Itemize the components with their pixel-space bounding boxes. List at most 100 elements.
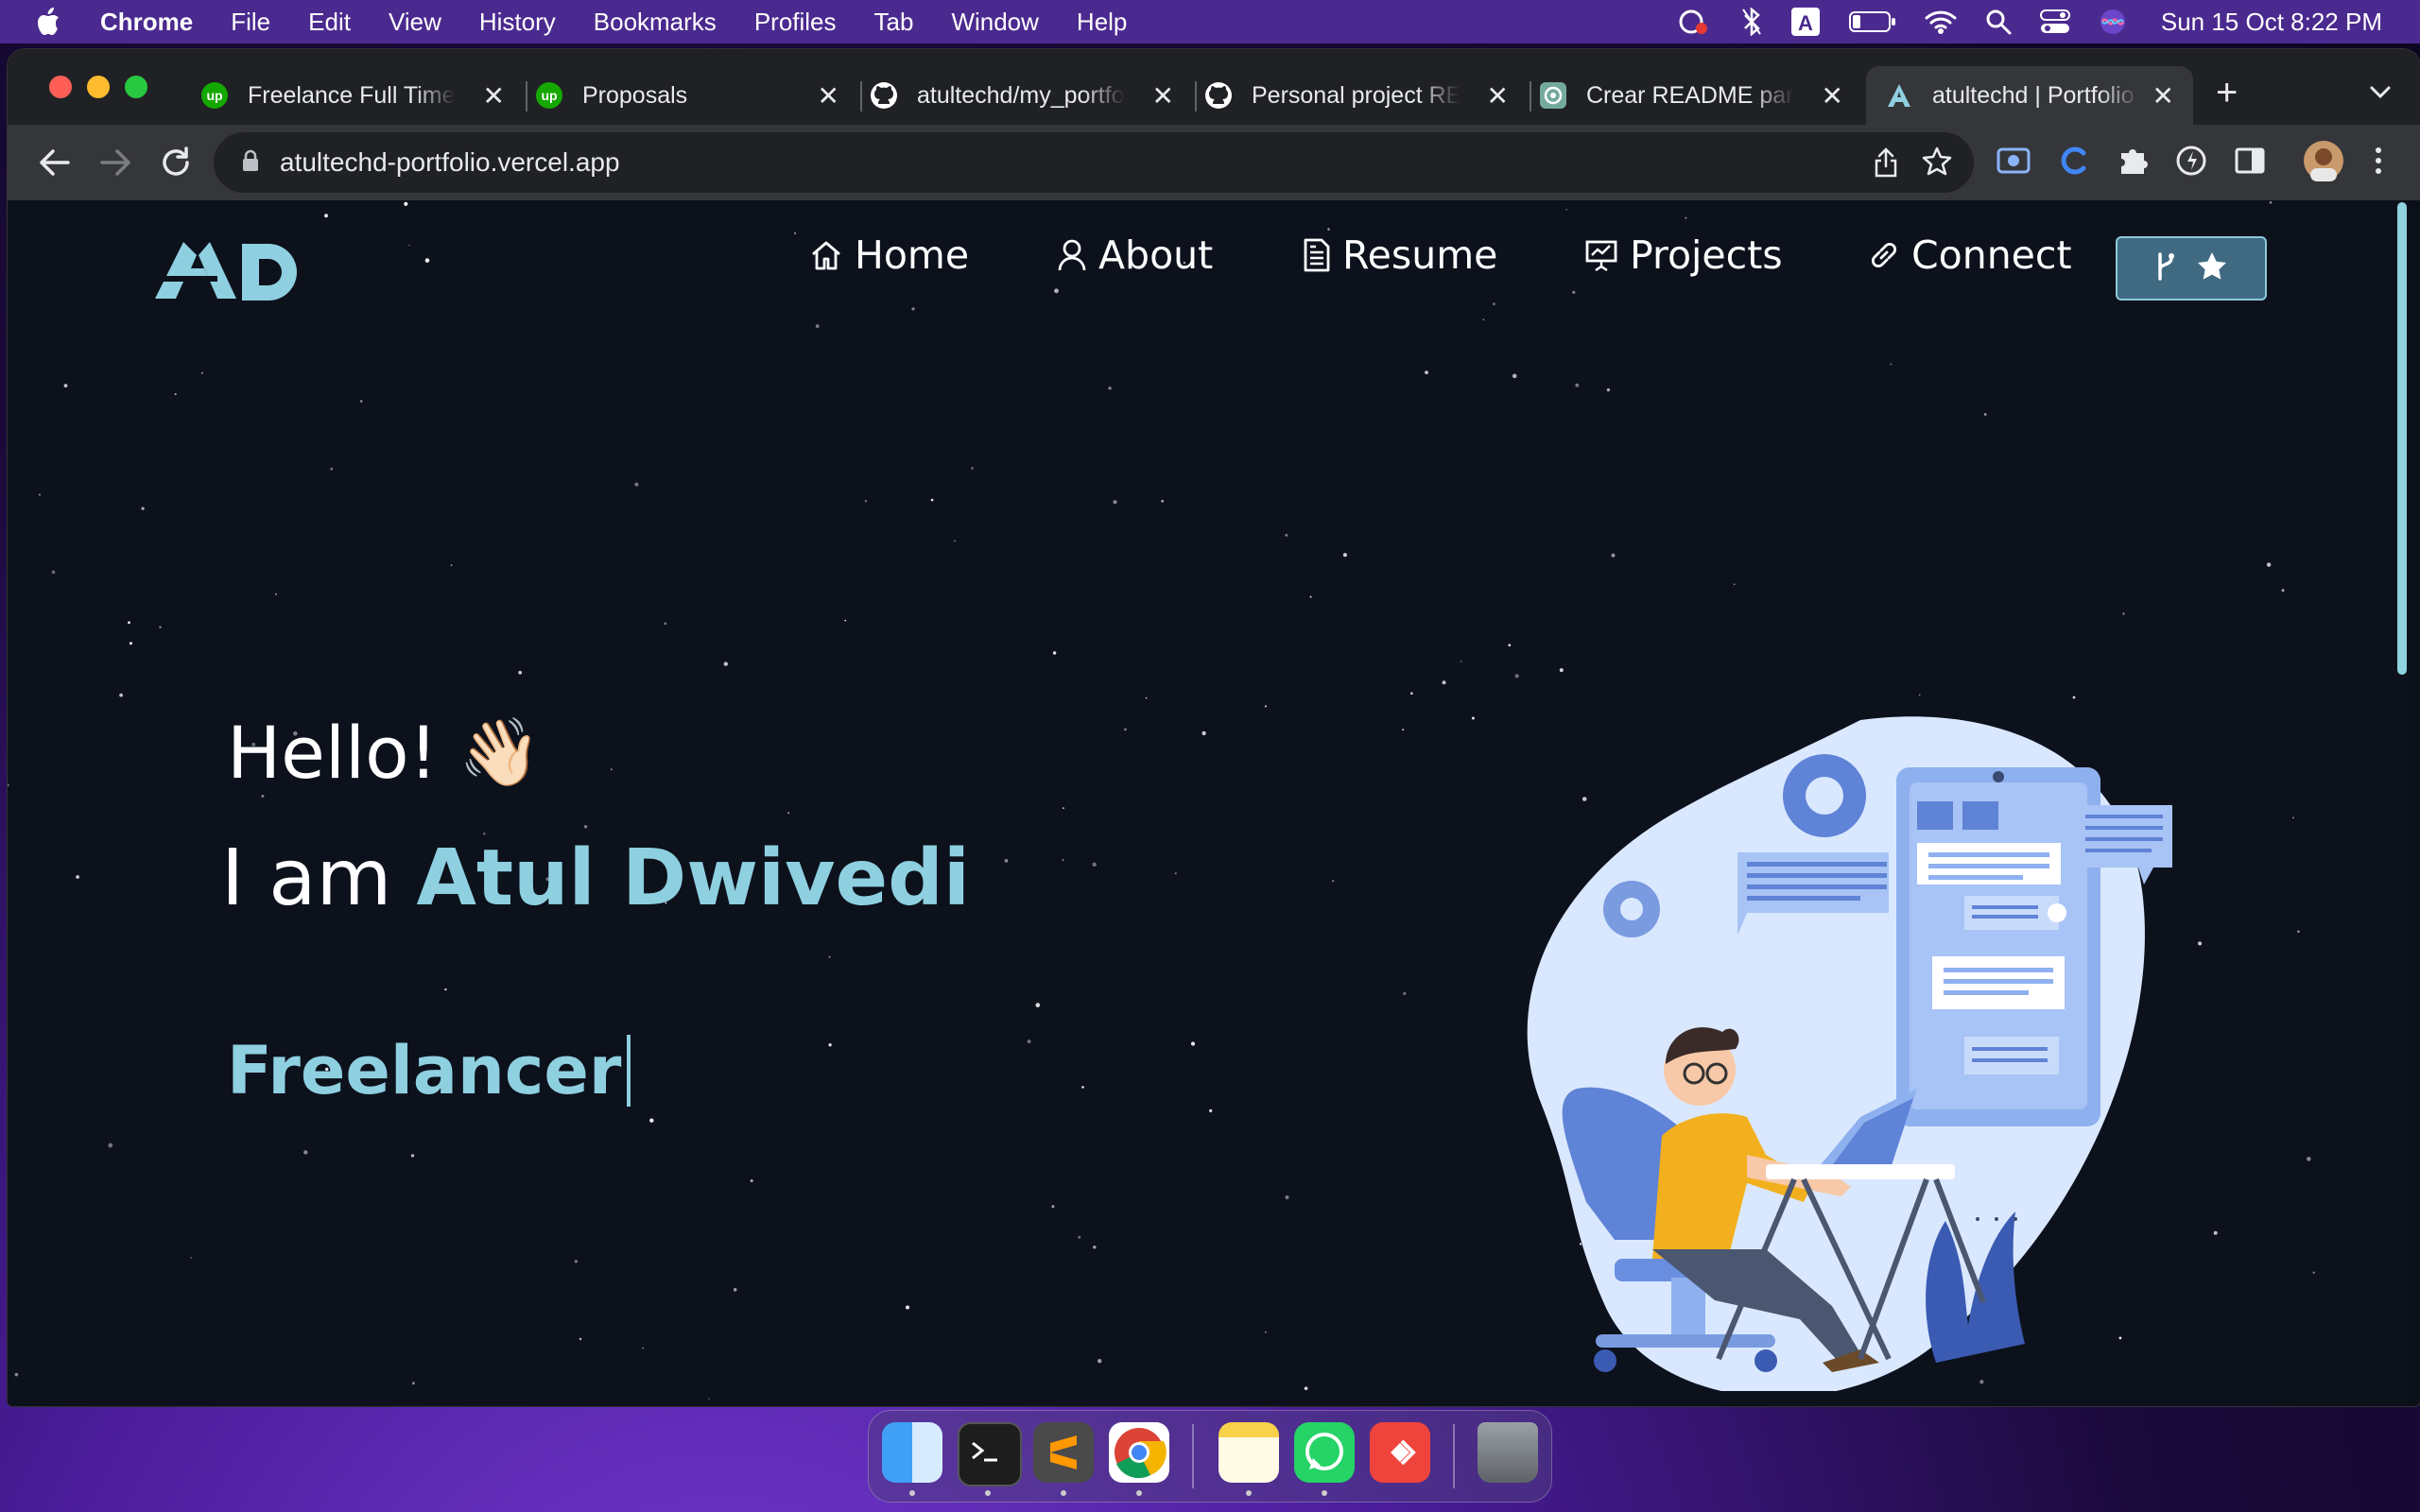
star-dot — [971, 467, 974, 470]
gear-icon — [1783, 754, 1866, 837]
spotlight-search-icon[interactable] — [1985, 9, 2012, 35]
star-dot — [2281, 589, 2285, 593]
portfolio-a-icon — [1885, 81, 1913, 110]
creative-cloud-icon[interactable] — [1675, 8, 1713, 36]
tab-search-chevron-icon[interactable] — [2369, 85, 2392, 105]
chrome-menu-icon[interactable] — [2373, 144, 2384, 182]
page-scrollbar[interactable] — [2395, 200, 2409, 1406]
star-dot — [408, 244, 410, 247]
star-dot — [723, 662, 728, 666]
presentation-icon — [1584, 238, 1618, 272]
screen-capture-extension-icon[interactable] — [1996, 144, 2031, 182]
share-icon[interactable] — [1874, 147, 1898, 182]
tab-portfolio-active[interactable]: atultechd | Portfolio ✕ — [1866, 66, 2193, 125]
star-dot — [579, 1337, 582, 1341]
star-dot — [1264, 705, 1267, 708]
forward-button[interactable] — [96, 144, 134, 186]
anydesk-icon[interactable] — [1370, 1422, 1430, 1483]
tab-close-icon[interactable]: ✕ — [1152, 80, 1174, 112]
nav-about[interactable]: About — [1057, 232, 1213, 278]
nav-home[interactable]: Home — [809, 232, 969, 278]
nav-resume[interactable]: Resume — [1303, 232, 1497, 278]
zoom-window-button[interactable] — [125, 76, 147, 98]
tab-title: Crear README para — [1586, 81, 1794, 109]
menu-app-name[interactable]: Chrome — [100, 8, 193, 37]
running-indicator — [909, 1490, 915, 1496]
terminal-icon[interactable] — [958, 1422, 1022, 1486]
finder-icon[interactable] — [882, 1422, 942, 1483]
url-text[interactable]: atultechd-portfolio.vercel.app — [280, 147, 620, 178]
tab-proposals[interactable]: up Proposals ✕ — [531, 66, 858, 125]
star-dot — [1004, 859, 1009, 863]
profile-avatar[interactable] — [2303, 140, 2344, 186]
back-button[interactable] — [36, 144, 74, 186]
apple-logo-icon[interactable] — [34, 7, 68, 37]
lock-icon[interactable] — [242, 149, 259, 177]
star-dot — [324, 214, 328, 218]
star-dot — [1733, 583, 1736, 586]
battery-icon[interactable] — [1848, 9, 1896, 34]
menu-edit[interactable]: Edit — [308, 8, 351, 37]
close-window-button[interactable] — [49, 76, 72, 98]
star-dot — [1611, 553, 1616, 558]
dock-separator — [1453, 1424, 1455, 1488]
tab-close-icon[interactable]: ✕ — [2152, 80, 2174, 112]
siri-icon[interactable] — [2099, 8, 2127, 36]
whatsapp-icon[interactable] — [1294, 1422, 1355, 1483]
control-center-icon[interactable] — [2039, 9, 2070, 35]
extensions-puzzle-icon[interactable] — [2116, 144, 2150, 182]
site-logo[interactable] — [151, 238, 312, 309]
menu-window[interactable]: Window — [951, 8, 1038, 37]
typing-cursor — [627, 1035, 631, 1107]
tab-freelance[interactable]: up Freelance Full Time ✕ — [197, 66, 524, 125]
star-dot — [190, 1257, 193, 1259]
side-panel-icon[interactable] — [2233, 144, 2267, 182]
tab-close-icon[interactable]: ✕ — [483, 80, 505, 112]
sublime-text-icon[interactable] — [1033, 1422, 1094, 1483]
browser-toolbar: atultechd-portfolio.vercel.app — [8, 125, 2420, 200]
menu-view[interactable]: View — [389, 8, 441, 37]
address-bar[interactable]: atultechd-portfolio.vercel.app — [214, 132, 1974, 193]
waving-hand-emoji: 👋🏻 — [458, 713, 542, 791]
menu-file[interactable]: File — [231, 8, 270, 37]
input-source-icon[interactable]: A — [1790, 7, 1821, 37]
performance-icon[interactable] — [2174, 144, 2208, 182]
reload-button[interactable] — [157, 144, 195, 186]
tab-close-icon[interactable]: ✕ — [1487, 80, 1509, 112]
star-dot — [1559, 668, 1564, 673]
star-dot — [1052, 651, 1057, 655]
star-dot — [76, 875, 79, 879]
tab-github-portfolio[interactable]: atultechd/my_portfolio ✕ — [866, 66, 1193, 125]
scrollbar-thumb[interactable] — [2397, 202, 2407, 675]
menu-history[interactable]: History — [479, 8, 556, 37]
notes-icon[interactable] — [1219, 1422, 1279, 1483]
tab-chatgpt[interactable]: Crear README para ✕ — [1535, 66, 1862, 125]
menubar-clock[interactable]: Sun 15 Oct 8:22 PM — [2161, 8, 2382, 37]
menu-bookmarks[interactable]: Bookmarks — [594, 8, 717, 37]
github-star-fork-button[interactable] — [2116, 236, 2267, 301]
new-tab-button[interactable]: + — [2216, 74, 2238, 112]
tab-close-icon[interactable]: ✕ — [818, 80, 839, 112]
tab-title: atultechd | Portfolio — [1932, 81, 2135, 109]
menu-tab[interactable]: Tab — [874, 8, 914, 37]
bluetooth-icon[interactable] — [1741, 8, 1762, 36]
bookmark-star-icon[interactable] — [1921, 146, 1953, 182]
nav-projects-label: Projects — [1630, 232, 1783, 278]
user-icon — [1057, 238, 1087, 272]
wifi-icon[interactable] — [1925, 9, 1957, 35]
tab-close-icon[interactable]: ✕ — [1822, 80, 1843, 112]
menu-help[interactable]: Help — [1077, 8, 1127, 37]
menu-profiles[interactable]: Profiles — [754, 8, 837, 37]
tab-strip: up Freelance Full Time ✕ up Proposals ✕ … — [8, 49, 2420, 125]
star-dot — [1410, 692, 1413, 695]
nav-projects[interactable]: Projects — [1584, 232, 1783, 278]
nav-home-label: Home — [855, 232, 970, 278]
gear-small-icon — [1603, 881, 1660, 937]
tab-github-readme[interactable]: Personal project README ✕ — [1201, 66, 1528, 125]
minimize-window-button[interactable] — [87, 76, 110, 98]
nav-connect[interactable]: Connect — [1868, 232, 2072, 278]
chrome-icon[interactable] — [1109, 1422, 1169, 1483]
c-extension-icon[interactable] — [2057, 144, 2091, 182]
trash-icon[interactable] — [1478, 1422, 1538, 1483]
star-dot — [411, 1382, 415, 1385]
